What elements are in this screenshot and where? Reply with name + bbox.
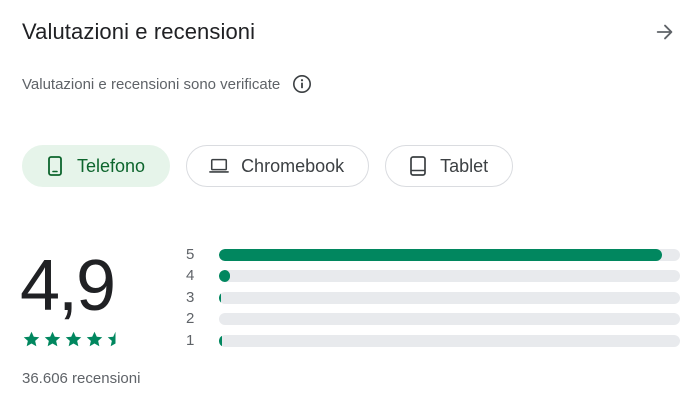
info-button[interactable] <box>292 74 312 94</box>
verified-note: Valutazioni e recensioni sono verificate <box>22 72 312 96</box>
tab-tablet-label: Tablet <box>440 155 489 176</box>
star-full-icon <box>86 331 103 347</box>
tab-chromebook-label: Chromebook <box>241 155 345 176</box>
review-count: 36.606 recensioni <box>22 370 141 387</box>
histogram-track <box>219 334 680 347</box>
rating-histogram: 5 4 3 2 1 <box>186 244 680 352</box>
laptop-icon <box>209 156 229 176</box>
histogram-label: 2 <box>186 310 195 328</box>
star-full-icon <box>65 331 82 347</box>
histogram-bar <box>219 270 231 283</box>
phone-icon <box>45 156 65 176</box>
histogram-row: 2 <box>186 309 680 331</box>
histogram-row: 1 <box>186 330 680 352</box>
tab-chromebook[interactable]: Chromebook <box>186 145 370 187</box>
verified-text: Valutazioni e recensioni sono verificate <box>22 75 281 93</box>
histogram-label: 5 <box>186 245 195 263</box>
star-half-icon <box>107 331 116 347</box>
histogram-bar <box>219 291 221 304</box>
tab-tablet[interactable]: Tablet <box>385 145 514 187</box>
histogram-row: 5 <box>186 244 680 266</box>
histogram-row: 4 <box>186 266 680 288</box>
average-rating: 4,9 <box>20 246 116 326</box>
arrow-forward-icon <box>656 24 673 40</box>
star-rating <box>22 330 125 349</box>
tab-telefono-label: Telefono <box>77 155 146 176</box>
star-full-icon <box>44 331 61 347</box>
tab-telefono[interactable]: Telefono <box>22 145 171 187</box>
histogram-track <box>219 270 680 283</box>
section-title: Valutazioni e recensioni <box>22 19 256 44</box>
histogram-label: 1 <box>186 331 195 349</box>
arrow-forward-button[interactable] <box>652 19 678 45</box>
device-tabs: Telefono Chromebook Tablet <box>22 145 514 187</box>
histogram-track <box>219 291 680 304</box>
histogram-label: 3 <box>186 288 195 306</box>
histogram-label: 4 <box>186 267 195 285</box>
histogram-track <box>219 313 680 326</box>
section-header: Valutazioni e recensioni <box>22 16 678 48</box>
histogram-track <box>219 248 680 261</box>
histogram-bar <box>219 248 662 261</box>
histogram-bar <box>219 334 222 347</box>
tablet-icon <box>408 156 428 176</box>
histogram-row: 3 <box>186 287 680 309</box>
info-icon <box>293 75 312 93</box>
star-full-icon <box>23 331 40 347</box>
